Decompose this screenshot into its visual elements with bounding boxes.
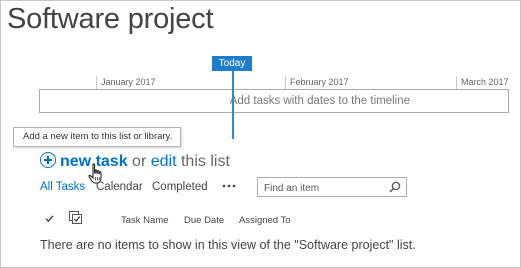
select-all-icon[interactable] [69,211,82,224]
today-marker-line [232,70,234,139]
edit-list-link[interactable]: edit [151,153,177,170]
month-tick [96,76,97,90]
column-header-assigned-to[interactable]: Assigned To [239,215,291,226]
column-header-due-date[interactable]: Due Date [184,215,224,226]
month-tick [285,76,286,90]
ellipsis-icon[interactable] [222,184,236,188]
today-marker-label: Today [212,56,252,71]
list-page: Software project January 2017 February 2… [0,0,521,268]
add-circle-icon[interactable] [40,152,56,168]
command-row: new task or edit this list [40,151,230,173]
empty-list-message: There are no items to show in this view … [40,238,416,252]
or-text: or [132,153,147,170]
timeline-month-label: March 2017 [461,77,509,87]
more-views-button[interactable] [222,177,236,193]
tab-completed[interactable]: Completed [152,181,208,193]
page-title: Software project [7,3,214,35]
tab-calendar[interactable]: Calendar [96,181,143,193]
timeline-bar[interactable]: Add tasks with dates to the timeline [39,89,509,113]
month-tick [456,76,457,90]
column-header-task-name[interactable]: Task Name [121,215,169,226]
timeline-month-label: February 2017 [290,77,349,87]
this-list-text: this list [180,153,230,170]
tab-all-tasks[interactable]: All Tasks [40,181,85,193]
timeline-hint: Add tasks with dates to the timeline [229,95,410,107]
search-box[interactable] [257,177,407,198]
checkmark-icon [45,215,54,223]
tooltip: Add a new item to this list or library. [13,127,182,147]
search-icon[interactable] [389,181,401,193]
search-input[interactable] [258,179,384,198]
timeline-month-label: January 2017 [101,77,156,87]
